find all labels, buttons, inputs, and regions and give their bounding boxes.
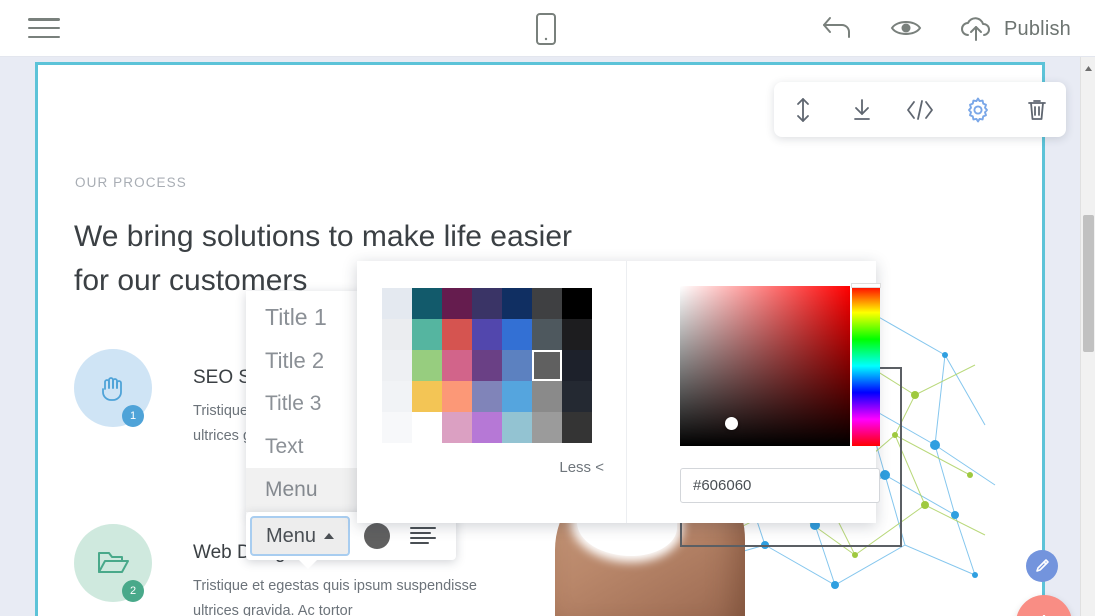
color-swatch[interactable] bbox=[412, 381, 442, 412]
color-swatch[interactable] bbox=[502, 319, 532, 350]
color-swatch[interactable] bbox=[532, 350, 562, 381]
scroll-thumb[interactable] bbox=[1083, 215, 1094, 352]
color-swatch-section: Less < bbox=[357, 261, 627, 523]
settings-gear-icon[interactable] bbox=[956, 90, 1000, 130]
text-style-select[interactable]: Menu bbox=[250, 516, 350, 556]
sv-handle[interactable] bbox=[725, 417, 738, 430]
trash-icon[interactable] bbox=[1015, 90, 1059, 130]
style-option-menu[interactable]: Menu bbox=[246, 468, 362, 512]
hue-slider[interactable] bbox=[852, 286, 880, 446]
website-builder-editor: Publish OUR PROCESS We bring solutions t… bbox=[0, 0, 1095, 616]
hand-grab-icon bbox=[98, 371, 128, 403]
undo-arrow-icon[interactable] bbox=[820, 12, 854, 44]
hex-color-input[interactable] bbox=[680, 468, 880, 503]
code-icon[interactable] bbox=[898, 90, 942, 130]
eye-preview-icon[interactable] bbox=[888, 13, 924, 43]
color-swatch[interactable] bbox=[472, 412, 502, 443]
color-swatch[interactable] bbox=[442, 350, 472, 381]
custom-color-section bbox=[627, 261, 876, 523]
scroll-up-arrow-icon[interactable] bbox=[1084, 60, 1093, 69]
color-swatch-grid bbox=[382, 288, 592, 443]
color-swatch[interactable] bbox=[472, 288, 502, 319]
color-swatch[interactable] bbox=[382, 412, 412, 443]
block-toolbar bbox=[774, 82, 1066, 137]
mobile-device-icon[interactable] bbox=[531, 11, 561, 47]
feature-badge: 2 bbox=[122, 580, 144, 602]
color-swatch[interactable] bbox=[502, 381, 532, 412]
color-swatch[interactable] bbox=[562, 381, 592, 412]
plus-icon: + bbox=[1035, 608, 1053, 616]
cloud-upload-icon bbox=[958, 14, 994, 44]
color-swatch[interactable] bbox=[412, 412, 442, 443]
feature-badge: 1 bbox=[122, 405, 144, 427]
style-option-title-3[interactable]: Title 3 bbox=[246, 382, 362, 425]
folder-icon bbox=[96, 548, 130, 578]
less-toggle-link[interactable]: Less < bbox=[559, 459, 604, 476]
color-swatch[interactable] bbox=[382, 381, 412, 412]
caret-up-icon bbox=[324, 533, 334, 539]
style-option-title-1[interactable]: Title 1 bbox=[246, 295, 362, 339]
text-style-dropdown: Title 1 Title 2 Title 3 Text Menu bbox=[246, 291, 362, 515]
color-swatch[interactable] bbox=[442, 381, 472, 412]
saturation-value-box[interactable] bbox=[680, 286, 850, 446]
vertical-scrollbar[interactable] bbox=[1080, 57, 1095, 616]
move-vertical-icon[interactable] bbox=[781, 90, 825, 130]
color-swatch[interactable] bbox=[562, 288, 592, 319]
align-left-icon[interactable] bbox=[408, 523, 438, 549]
color-swatch[interactable] bbox=[442, 319, 472, 350]
color-swatch[interactable] bbox=[532, 412, 562, 443]
color-swatch[interactable] bbox=[412, 319, 442, 350]
color-swatch[interactable] bbox=[502, 350, 532, 381]
color-swatch[interactable] bbox=[532, 288, 562, 319]
color-swatch[interactable] bbox=[562, 412, 592, 443]
color-swatch[interactable] bbox=[412, 288, 442, 319]
color-swatch[interactable] bbox=[562, 350, 592, 381]
color-swatch[interactable] bbox=[532, 319, 562, 350]
top-toolbar: Publish bbox=[0, 0, 1095, 57]
style-option-text[interactable]: Text bbox=[246, 425, 362, 468]
color-swatch[interactable] bbox=[562, 319, 592, 350]
publish-label: Publish bbox=[1004, 18, 1071, 41]
color-swatch[interactable] bbox=[472, 350, 502, 381]
color-picker-panel: Less < bbox=[357, 261, 876, 523]
publish-button[interactable]: Publish bbox=[958, 10, 1071, 48]
color-swatch[interactable] bbox=[502, 288, 532, 319]
color-swatch[interactable] bbox=[412, 350, 442, 381]
color-swatch[interactable] bbox=[382, 288, 412, 319]
color-swatch[interactable] bbox=[502, 412, 532, 443]
text-style-label: Menu bbox=[266, 525, 316, 548]
color-swatch[interactable] bbox=[382, 319, 412, 350]
color-swatch[interactable] bbox=[472, 381, 502, 412]
color-swatch[interactable] bbox=[382, 350, 412, 381]
color-swatch[interactable] bbox=[442, 412, 472, 443]
hue-slider-handle[interactable] bbox=[851, 283, 881, 288]
paint-brush-icon bbox=[1033, 557, 1051, 575]
download-icon[interactable] bbox=[840, 90, 884, 130]
hamburger-icon[interactable] bbox=[28, 14, 60, 42]
color-swatch[interactable] bbox=[532, 381, 562, 412]
section-eyebrow: OUR PROCESS bbox=[75, 175, 187, 190]
color-swatch[interactable] bbox=[472, 319, 502, 350]
color-swatch[interactable] bbox=[442, 288, 472, 319]
style-option-title-2[interactable]: Title 2 bbox=[246, 339, 362, 382]
feature-body[interactable]: Tristique et egestas quis ipsum suspendi… bbox=[193, 574, 493, 616]
text-color-swatch-button[interactable] bbox=[364, 523, 390, 549]
design-brush-button[interactable] bbox=[1026, 550, 1058, 582]
